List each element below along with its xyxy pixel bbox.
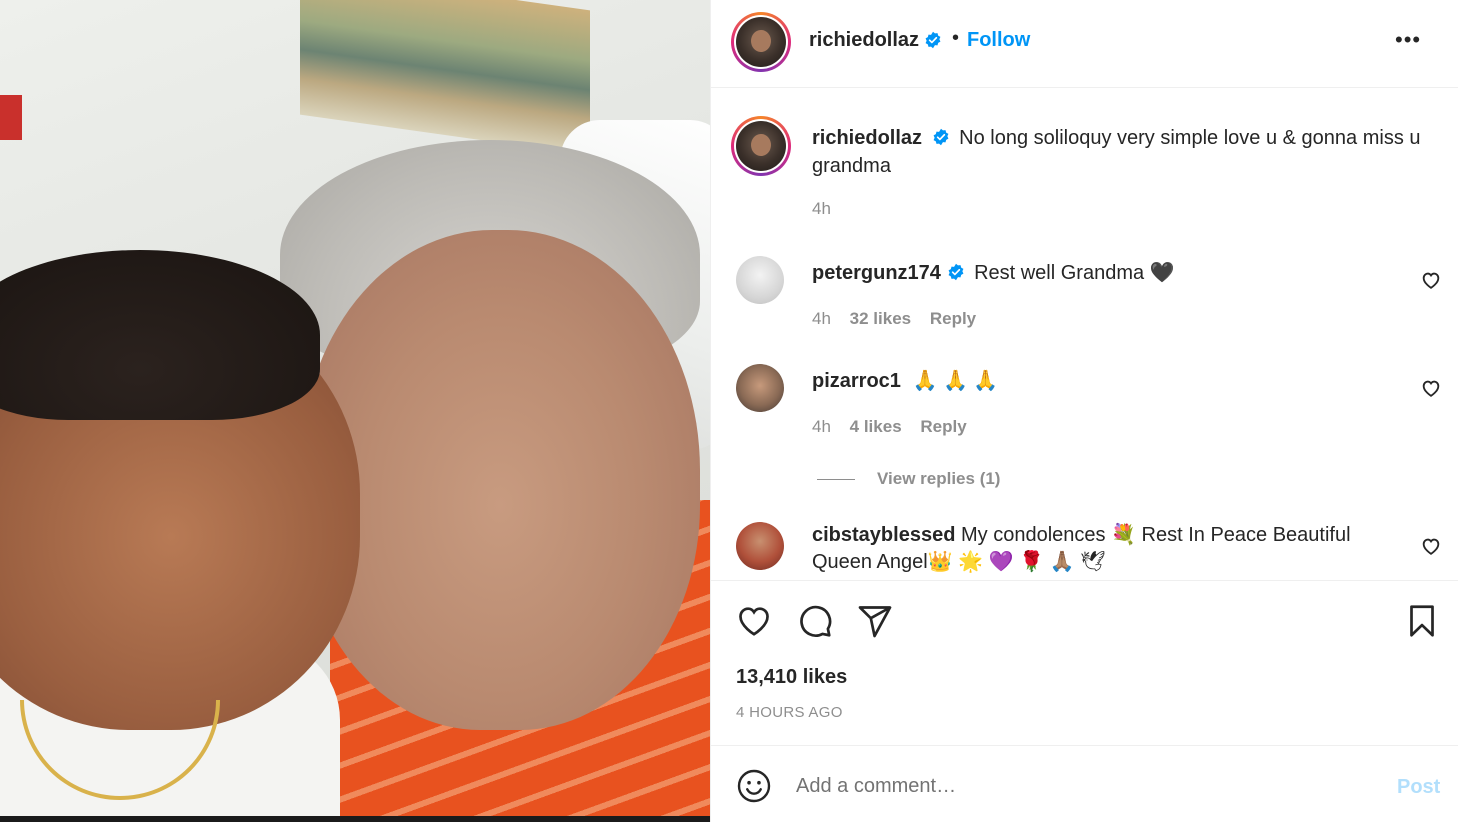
reply-button[interactable]: Reply <box>930 309 976 328</box>
commenter-avatar[interactable] <box>736 522 784 570</box>
comment-username[interactable]: petergunz174 <box>812 262 941 284</box>
bookmark-icon[interactable] <box>1404 603 1440 639</box>
post-timestamp[interactable]: 4 HOURS AGO <box>736 704 843 721</box>
comment-item: pizarroc1 🙏 🙏 🙏 4h 4 likes Reply <box>711 364 1458 454</box>
comment-meta: 4h 32 likes Reply <box>812 309 990 329</box>
follow-button[interactable]: Follow <box>967 29 1030 52</box>
comment-body: cibstayblessed My condolences 💐 Rest In … <box>812 522 1392 576</box>
comment-username[interactable]: cibstayblessed <box>812 524 955 546</box>
view-replies-label: View replies (1) <box>877 469 1001 488</box>
author-avatar[interactable] <box>731 12 791 72</box>
comment-heart-icon[interactable] <box>1420 377 1442 399</box>
post-caption: richiedollaz No long soliloquy very simp… <box>812 124 1452 180</box>
comment-body: petergunz174 Rest well Grandma 🖤 <box>812 260 1392 287</box>
verified-badge-icon <box>948 263 963 281</box>
commenter-avatar[interactable] <box>736 256 784 304</box>
comment-heart-icon[interactable] <box>1420 535 1442 557</box>
author-username[interactable]: richiedollaz <box>809 29 919 52</box>
comment-text: Rest well Grandma 🖤 <box>974 262 1175 284</box>
red-wall-item <box>0 95 22 140</box>
commenter-avatar[interactable] <box>736 364 784 412</box>
comment-item: petergunz174 Rest well Grandma 🖤 4h 32 l… <box>711 256 1458 346</box>
wall-painting <box>300 0 590 156</box>
grandma-face <box>300 230 700 730</box>
replies-divider <box>817 479 855 481</box>
more-options-icon[interactable]: ••• <box>1395 26 1421 54</box>
comment-item: cibstayblessed My condolences 💐 Rest In … <box>711 522 1458 579</box>
comments-list[interactable]: richiedollaz No long soliloquy very simp… <box>711 89 1458 579</box>
caption-timestamp[interactable]: 4h <box>812 199 831 219</box>
comment-likes[interactable]: 4 likes <box>850 417 902 436</box>
post-comment-button[interactable]: Post <box>1397 776 1440 799</box>
post-actions: 13,410 likes 4 HOURS AGO <box>711 580 1458 746</box>
emoji-icon[interactable] <box>736 768 772 804</box>
photo-bottom-bar <box>0 816 710 822</box>
caption-avatar[interactable] <box>731 116 791 176</box>
likes-count[interactable]: 13,410 likes <box>736 666 847 689</box>
comment-heart-icon[interactable] <box>1420 269 1442 291</box>
man-hair <box>0 250 320 420</box>
comment-timestamp[interactable]: 4h <box>812 309 831 328</box>
caption-username[interactable]: richiedollaz <box>812 127 922 149</box>
verified-badge-icon <box>933 128 949 146</box>
comment-meta: 4h 4 likes Reply <box>812 417 981 437</box>
comment-body: pizarroc1 🙏 🙏 🙏 <box>812 368 1392 395</box>
heart-icon[interactable] <box>736 603 772 639</box>
reply-button[interactable]: Reply <box>920 417 966 436</box>
comment-timestamp[interactable]: 4h <box>812 417 831 436</box>
comment-input[interactable] <box>796 769 1356 803</box>
comment-username[interactable]: pizarroc1 <box>812 370 901 392</box>
share-icon[interactable] <box>857 603 893 639</box>
verified-badge-icon <box>925 31 941 49</box>
header-separator: • <box>952 27 960 49</box>
view-replies-button[interactable]: View replies (1) <box>817 469 1000 489</box>
comment-text: 🙏 🙏 🙏 <box>912 370 999 392</box>
post-header: richiedollaz • Follow ••• <box>711 0 1458 88</box>
post-side-panel: richiedollaz • Follow ••• richiedollaz N… <box>710 0 1458 822</box>
comment-likes[interactable]: 32 likes <box>850 309 911 328</box>
comment-icon[interactable] <box>797 603 833 639</box>
add-comment-bar: Post <box>711 747 1458 822</box>
post-photo[interactable] <box>0 0 710 816</box>
